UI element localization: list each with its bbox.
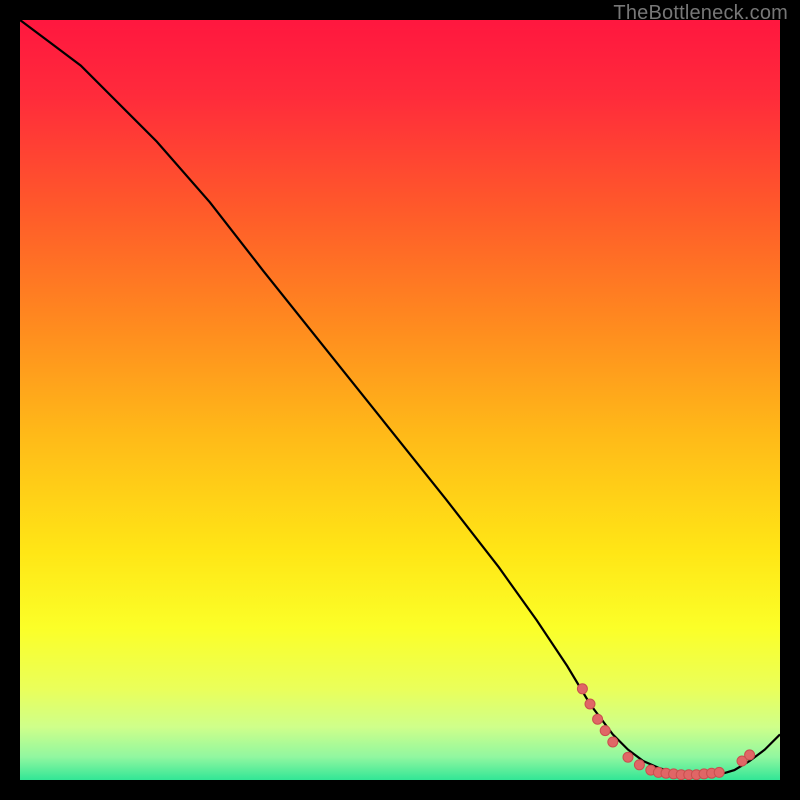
data-marker bbox=[623, 752, 633, 762]
data-marker bbox=[600, 726, 610, 736]
gradient-background bbox=[20, 20, 780, 780]
data-marker bbox=[634, 760, 644, 770]
bottleneck-chart bbox=[20, 20, 780, 780]
data-marker bbox=[608, 737, 618, 747]
data-marker bbox=[593, 714, 603, 724]
data-marker bbox=[714, 767, 724, 777]
chart-frame: TheBottleneck.com bbox=[0, 0, 800, 800]
data-marker bbox=[745, 750, 755, 760]
data-marker bbox=[577, 684, 587, 694]
watermark-text: TheBottleneck.com bbox=[613, 2, 788, 25]
data-marker bbox=[585, 699, 595, 709]
